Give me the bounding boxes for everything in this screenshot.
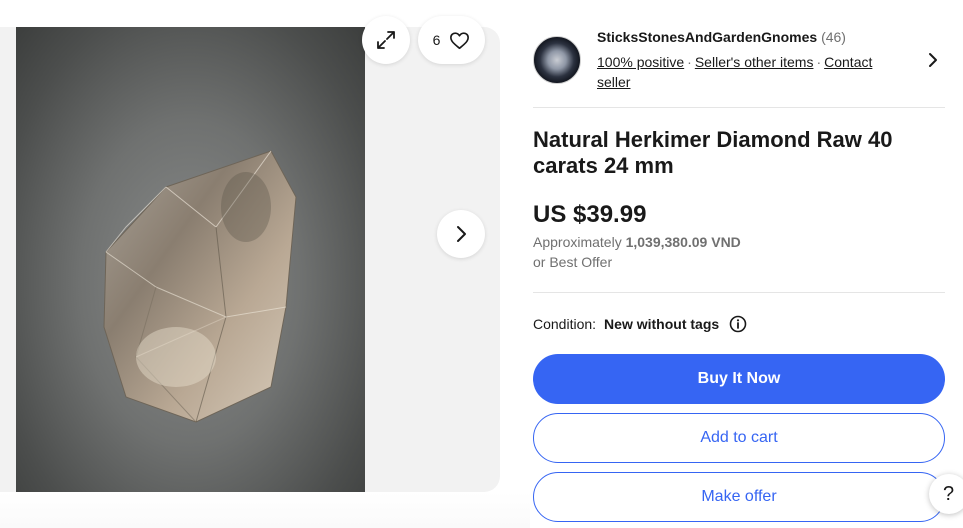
make-offer-button[interactable]: Make offer bbox=[533, 472, 945, 522]
seller-links: 100% positive · Seller's other items · Conta… bbox=[597, 52, 897, 92]
seller-name[interactable]: SticksStonesAndGardenGnomes (46) bbox=[597, 29, 846, 45]
separator-dot: · bbox=[816, 54, 822, 70]
approx-value: 1,039,380.09 VND bbox=[625, 234, 741, 250]
item-condition: Condition: New without tags bbox=[533, 315, 747, 333]
best-offer-note: or Best Offer bbox=[533, 254, 613, 270]
seller-chevron-button[interactable] bbox=[927, 51, 939, 74]
chevron-right-icon bbox=[457, 226, 466, 242]
add-to-cart-button[interactable]: Add to cart bbox=[533, 413, 945, 463]
next-image-button[interactable] bbox=[437, 210, 485, 258]
divider bbox=[533, 292, 945, 293]
item-title: Natural Herkimer Diamond Raw 40 carats 2… bbox=[533, 127, 893, 178]
condition-label: Condition: bbox=[533, 316, 597, 332]
seller-card: SticksStonesAndGardenGnomes (46) 100% po… bbox=[533, 27, 945, 108]
expand-icon bbox=[377, 31, 395, 49]
approx-label: Approximately bbox=[533, 234, 622, 250]
seller-avatar[interactable] bbox=[533, 36, 581, 84]
buy-it-now-button[interactable]: Buy It Now bbox=[533, 354, 945, 404]
separator-dot: · bbox=[687, 54, 692, 70]
seller-feedback-count: (46) bbox=[821, 29, 846, 45]
positive-feedback-link[interactable]: 100% positive bbox=[597, 54, 684, 70]
heart-icon bbox=[450, 31, 470, 49]
help-icon: ? bbox=[943, 482, 955, 505]
info-button[interactable] bbox=[729, 315, 747, 333]
watch-count: 6 bbox=[432, 32, 441, 48]
seller-name-text[interactable]: SticksStonesAndGardenGnomes bbox=[597, 29, 817, 45]
crystal-image bbox=[103, 150, 297, 423]
converted-price: Approximately 1,039,380.09 VND bbox=[533, 234, 741, 250]
expand-button[interactable] bbox=[362, 16, 410, 64]
product-photo[interactable] bbox=[16, 27, 365, 492]
item-price: US $39.99 bbox=[533, 201, 647, 228]
seller-other-items-link[interactable]: Seller's other items bbox=[695, 54, 814, 70]
chevron-right-icon bbox=[929, 53, 937, 67]
gallery-footer bbox=[0, 492, 530, 528]
watch-button[interactable]: 6 bbox=[418, 16, 485, 64]
condition-value: New without tags bbox=[604, 316, 720, 332]
info-icon bbox=[729, 315, 747, 333]
image-gallery bbox=[0, 27, 500, 492]
help-button[interactable]: ? bbox=[929, 474, 963, 514]
